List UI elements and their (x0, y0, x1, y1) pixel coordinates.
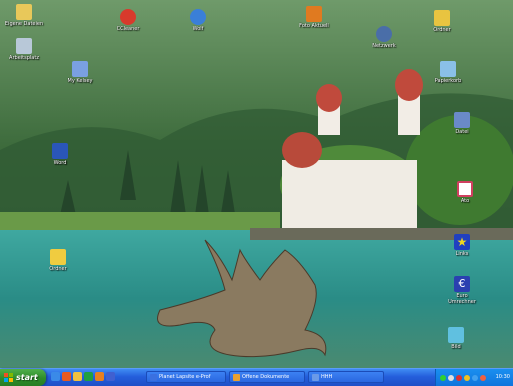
task-label: HHH (321, 374, 333, 380)
desktop-icon[interactable] (106, 372, 115, 381)
app-icon[interactable] (84, 372, 93, 381)
folder-icon (16, 4, 32, 20)
document-icon (72, 61, 88, 77)
quick-launch-bar (51, 372, 115, 381)
app-icon (457, 181, 473, 197)
star-icon: ★ (454, 234, 470, 250)
task-label: Planet Lapsite e-Prof (159, 374, 211, 380)
icon-label: Ato (460, 198, 470, 204)
icon-label: CCleaner (116, 26, 140, 32)
system-tray: 10:30 (435, 369, 513, 386)
desktop-icon-my-documents[interactable]: Eigene Dateien (4, 4, 44, 27)
desktop-icon-kelsey[interactable]: My Kelsey (60, 61, 100, 84)
desktop-icon-foto[interactable]: Foto Aktuell (294, 6, 334, 29)
desktop-icon-file[interactable]: Datei (442, 112, 482, 135)
icon-label: Links (455, 251, 469, 257)
desktop-icon-ccleaner[interactable]: CCleaner (108, 9, 148, 32)
icon-label: Ordner (49, 266, 67, 272)
icon-label: Foto Aktuell (299, 23, 329, 29)
desktop-icon-folder-bottom[interactable]: Ordner (38, 249, 78, 272)
desktop-icon-my-computer[interactable]: Arbeitsplatz (4, 38, 44, 61)
file-icon (454, 112, 470, 128)
explorer-icon[interactable] (73, 372, 82, 381)
photo-icon (306, 6, 322, 22)
desktop-icon-recycle-bin[interactable]: Papierkorb (428, 61, 468, 84)
image-icon (448, 327, 464, 343)
icon-label: Papierkorb (434, 78, 462, 84)
folder-icon (434, 10, 450, 26)
window-icon (150, 373, 157, 381)
desktop-icon-folder-top[interactable]: Ordner (422, 10, 462, 33)
update-icon[interactable] (464, 374, 470, 381)
taskbar-button-1[interactable]: Planet Lapsite e-Prof (146, 371, 226, 383)
task-label: Offene Dokumente (242, 374, 290, 380)
globe-icon (190, 9, 206, 25)
start-label: start (16, 373, 38, 382)
windows-logo-icon (4, 373, 13, 382)
desktop: Eigene Dateien CCleaner Wolf Foto Aktuel… (0, 0, 513, 368)
clock[interactable]: 10:30 (496, 374, 510, 380)
window-icon (312, 373, 319, 381)
euro-icon: € (454, 276, 470, 292)
folder-icon (233, 373, 240, 381)
desktop-icon-image[interactable]: Bild (436, 327, 476, 350)
icon-label: Netzwerk (372, 43, 396, 49)
desktop-icon-euro[interactable]: € Euro Umrechner (442, 276, 482, 305)
icon-label: Bild (451, 344, 461, 350)
network-icon (376, 26, 392, 42)
av-icon[interactable] (480, 374, 486, 381)
icon-label: Arbeitsplatz (9, 55, 39, 61)
recycle-bin-icon (440, 61, 456, 77)
wallpaper (0, 0, 513, 368)
icon-label: Word (53, 160, 67, 166)
folder-icon (50, 249, 66, 265)
network-icon[interactable] (440, 374, 446, 381)
start-button[interactable]: start (0, 369, 46, 386)
desktop-icon-ato[interactable]: Ato (445, 181, 485, 204)
media-icon[interactable] (62, 372, 71, 381)
icon-label: Ordner (433, 27, 451, 33)
desktop-icon-word[interactable]: Word (40, 143, 80, 166)
computer-icon (16, 38, 32, 54)
icon-label: Euro Umrechner (448, 293, 476, 305)
desktop-icon-wolf[interactable]: Wolf (178, 9, 218, 32)
firefox-icon[interactable] (95, 372, 104, 381)
shield-icon[interactable] (456, 374, 462, 381)
icon-label: My Kelsey (67, 78, 93, 84)
volume-icon[interactable] (448, 374, 454, 381)
msn-icon[interactable] (472, 374, 478, 381)
taskbar-button-3[interactable]: HHH (308, 371, 384, 383)
icon-label: Wolf (192, 26, 204, 32)
ie-icon[interactable] (51, 372, 60, 381)
word-icon (52, 143, 68, 159)
desktop-icon-links[interactable]: ★ Links (442, 234, 482, 257)
taskbar: start Planet Lapsite e-Prof Offene Dokum… (0, 368, 513, 386)
icon-label: Datei (455, 129, 469, 135)
desktop-icon-network[interactable]: Netzwerk (364, 26, 404, 49)
icon-label: Eigene Dateien (4, 21, 44, 27)
ccleaner-icon (120, 9, 136, 25)
taskbar-button-2[interactable]: Offene Dokumente (229, 371, 305, 383)
